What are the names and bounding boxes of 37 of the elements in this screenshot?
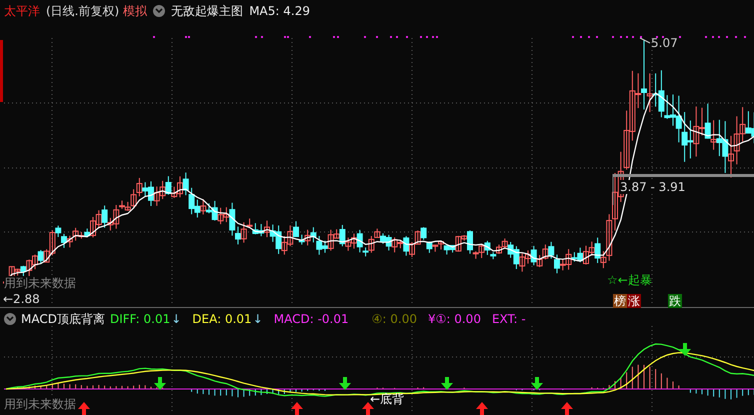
tag-label: 涨 [627, 294, 641, 308]
trade-mode: 模拟 [123, 3, 148, 19]
signal-label: ☆←起暴 [607, 273, 652, 287]
tag-label: 跌 [668, 294, 682, 308]
indicator-value: ¥①: 0.00 [428, 311, 481, 327]
up-arrow-icon [78, 402, 90, 415]
down-arrow-icon [679, 343, 691, 356]
indicator-name: 无敌起爆主图 [171, 3, 244, 19]
down-arrow-icon [441, 377, 453, 390]
indicator-value: MACD: -0.01 [274, 311, 349, 327]
up-arrow-icon [561, 402, 573, 415]
dropdown-icon[interactable] [4, 313, 16, 325]
indicator-value: ④: 0.00 [372, 311, 417, 327]
chart-period: (日线.前复权) [46, 3, 120, 19]
warning-text: 用到未来数据 [4, 276, 76, 290]
stock-name: 太平洋 [4, 3, 40, 19]
down-arrow-icon [531, 377, 543, 390]
down-arrow-icon [339, 377, 351, 390]
down-arrow-icon [154, 377, 166, 390]
trend-arrow: ↓ [171, 311, 182, 327]
position-marker [0, 40, 3, 102]
tag-label: 榜 [613, 294, 627, 308]
divergence-label: ←底背 [370, 392, 404, 406]
dropdown-icon[interactable] [153, 5, 166, 17]
up-arrow-icon [476, 402, 488, 415]
low-price-label: ←2.88 [3, 292, 40, 306]
indicator-value: DEA: 0.01 [192, 311, 252, 327]
high-price-label: 5.07 [651, 36, 678, 50]
indicator-value: EXT: - [492, 311, 526, 327]
ma5-value: MA5: 4.29 [249, 3, 310, 19]
up-arrow-icon [291, 402, 303, 415]
indicator-value: DIFF: 0.01 [110, 311, 170, 327]
trend-arrow: ↓ [252, 311, 263, 327]
price-range-label: 3.87 - 3.91 [620, 180, 686, 194]
indicator-name: MACD顶底背离 [21, 311, 105, 327]
up-arrow-icon [362, 402, 374, 415]
warning-text: 用到未来数据 [4, 397, 76, 411]
